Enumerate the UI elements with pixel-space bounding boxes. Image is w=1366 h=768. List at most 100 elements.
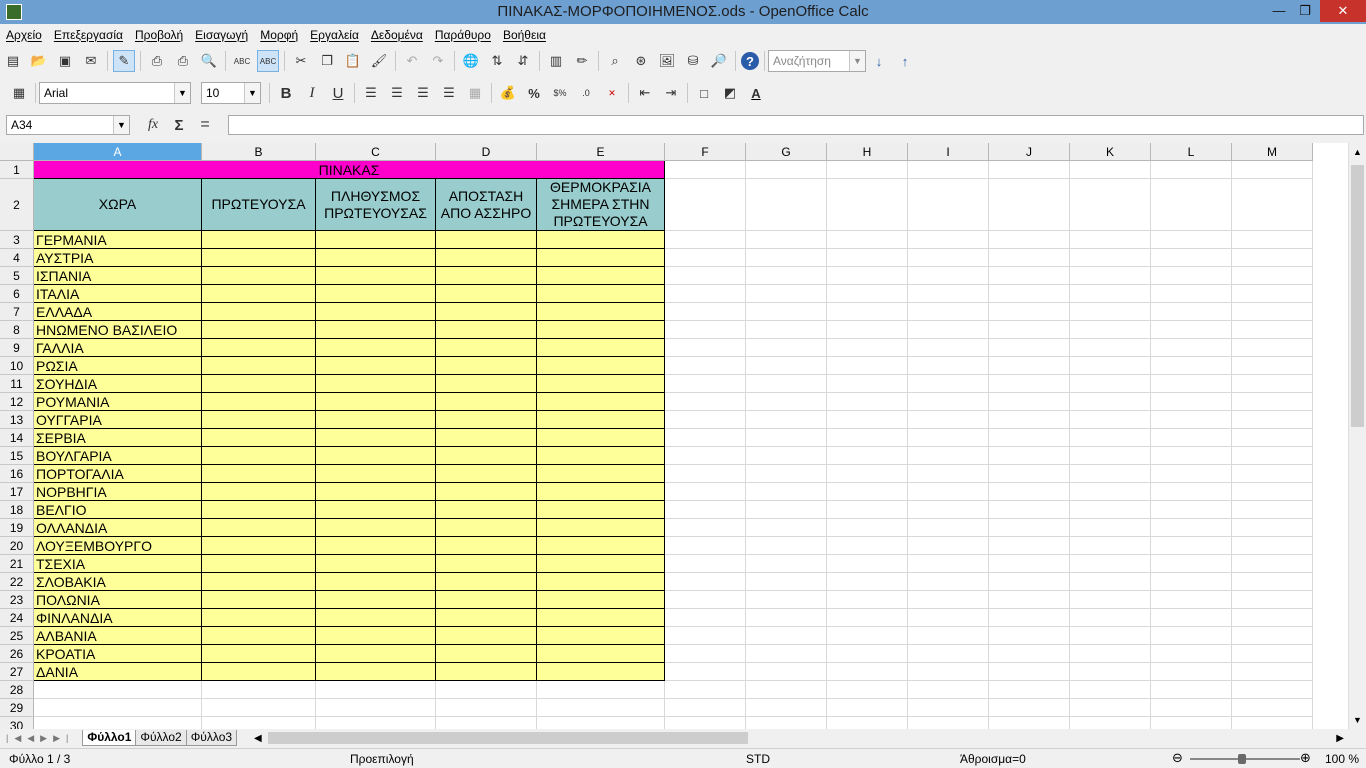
data-cell[interactable] [316,573,436,591]
empty-cell[interactable] [665,231,746,249]
empty-cell[interactable] [1070,285,1151,303]
empty-cell[interactable] [827,429,908,447]
empty-cell[interactable] [908,645,989,663]
data-cell[interactable] [537,249,665,267]
empty-cell[interactable] [746,267,827,285]
data-cell[interactable] [316,429,436,447]
empty-cell[interactable] [908,627,989,645]
empty-cell[interactable] [436,717,537,729]
data-cell[interactable] [537,501,665,519]
empty-cell[interactable] [665,627,746,645]
empty-cell[interactable] [827,447,908,465]
empty-cell[interactable] [989,645,1070,663]
column-header[interactable]: D [436,143,537,161]
empty-cell[interactable] [827,411,908,429]
decrease-indent-icon[interactable]: ⇤ [634,82,656,104]
horizontal-scroll-thumb[interactable] [267,732,748,744]
empty-cell[interactable] [1070,645,1151,663]
chevron-down-icon[interactable]: ▼ [113,116,129,134]
data-cell[interactable] [316,447,436,465]
country-cell[interactable]: ΓΕΡΜΑΝΙΑ [34,231,202,249]
empty-cell[interactable] [665,501,746,519]
empty-cell[interactable] [908,591,989,609]
row-header[interactable]: 18 [0,501,34,519]
data-cell[interactable] [202,303,316,321]
data-cell[interactable] [537,285,665,303]
country-cell[interactable]: ΛΟΥΞΕΜΒΟΥΡΓΟ [34,537,202,555]
empty-cell[interactable] [989,591,1070,609]
empty-cell[interactable] [1232,339,1313,357]
empty-cell[interactable] [1151,321,1232,339]
empty-cell[interactable] [827,501,908,519]
menu-item[interactable]: Επεξεργασία [54,28,123,42]
empty-cell[interactable] [436,681,537,699]
row-header[interactable]: 27 [0,663,34,681]
row-header[interactable]: 12 [0,393,34,411]
column-header[interactable]: F [665,143,746,161]
empty-cell[interactable] [746,231,827,249]
data-cell[interactable] [316,609,436,627]
empty-cell[interactable] [908,249,989,267]
empty-cell[interactable] [1232,591,1313,609]
empty-cell[interactable] [746,483,827,501]
column-header[interactable]: J [989,143,1070,161]
country-cell[interactable]: ΟΛΛΑΝΔΙΑ [34,519,202,537]
empty-cell[interactable] [1151,339,1232,357]
scroll-right-icon[interactable]: ▶ [1336,733,1344,744]
empty-cell[interactable] [989,447,1070,465]
country-cell[interactable]: ΣΛΟΒΑΚΙΑ [34,573,202,591]
empty-cell[interactable] [827,339,908,357]
empty-cell[interactable] [989,501,1070,519]
empty-cell[interactable] [1070,249,1151,267]
empty-cell[interactable] [1151,179,1232,231]
data-cell[interactable] [436,321,537,339]
empty-cell[interactable] [1151,161,1232,179]
column-header-cell[interactable]: ΠΡΩΤΕΥΟΥΣΑ [202,179,316,231]
data-cell[interactable] [436,501,537,519]
background-color-icon[interactable]: ◩ [719,82,741,104]
empty-cell[interactable] [908,447,989,465]
country-cell[interactable]: ΒΟΥΛΓΑΡΙΑ [34,447,202,465]
empty-cell[interactable] [908,303,989,321]
restore-button[interactable]: ❐ [1292,0,1318,22]
align-center-icon[interactable]: ☰ [386,82,408,104]
empty-cell[interactable] [1070,161,1151,179]
empty-cell[interactable] [1070,663,1151,681]
empty-cell[interactable] [746,699,827,717]
empty-cell[interactable] [202,717,316,729]
empty-cell[interactable] [1070,555,1151,573]
empty-cell[interactable] [1151,627,1232,645]
empty-cell[interactable] [989,537,1070,555]
data-cell[interactable] [202,609,316,627]
country-cell[interactable]: ΠΟΛΩΝΙΑ [34,591,202,609]
column-header-cell[interactable]: ΧΩΡΑ [34,179,202,231]
find-previous-icon[interactable]: ↑ [894,50,916,72]
column-header[interactable]: K [1070,143,1151,161]
country-cell[interactable]: ΤΣΕΧΙΑ [34,555,202,573]
data-cell[interactable] [537,537,665,555]
data-cell[interactable] [537,321,665,339]
zoom-slider[interactable] [1190,754,1300,764]
menu-item[interactable]: Προβολή [135,28,183,42]
empty-cell[interactable] [1232,699,1313,717]
zoom-slider-handle[interactable] [1238,754,1246,764]
data-cell[interactable] [202,321,316,339]
sort-ascending-icon[interactable]: ⇅ [486,50,508,72]
data-cell[interactable] [316,339,436,357]
row-header[interactable]: 30 [0,717,34,729]
data-cell[interactable] [316,663,436,681]
row-header[interactable]: 17 [0,483,34,501]
data-cell[interactable] [436,357,537,375]
edit-mode-icon[interactable]: ✎ [113,50,135,72]
empty-cell[interactable] [1232,537,1313,555]
empty-cell[interactable] [1151,663,1232,681]
empty-cell[interactable] [746,663,827,681]
data-cell[interactable] [436,249,537,267]
data-cell[interactable] [436,393,537,411]
data-cell[interactable] [316,501,436,519]
empty-cell[interactable] [665,555,746,573]
name-box[interactable]: A34 ▼ [6,115,130,135]
data-cell[interactable] [537,627,665,645]
empty-cell[interactable] [989,519,1070,537]
empty-cell[interactable] [908,161,989,179]
